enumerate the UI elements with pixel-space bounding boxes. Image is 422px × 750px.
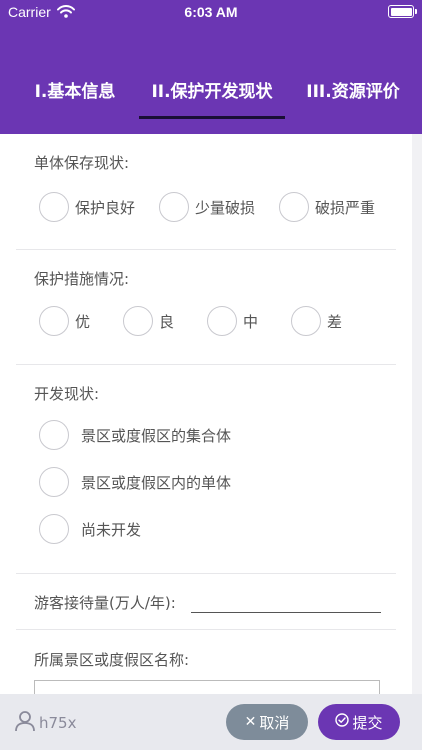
option-label: 尚未开发 — [81, 520, 142, 539]
area-name-input[interactable] — [34, 680, 380, 694]
option-label: 良 — [159, 312, 175, 331]
user-icon — [14, 710, 36, 736]
radio-circle[interactable] — [279, 192, 309, 222]
protection-title: 保护措施情况: — [34, 270, 130, 288]
protection-option-excellent[interactable]: 优 — [39, 306, 90, 336]
submit-button[interactable]: 提交 — [318, 704, 400, 740]
clock: 6:03 AM — [184, 4, 238, 20]
radio-circle[interactable] — [39, 514, 69, 544]
radio-circle[interactable] — [39, 420, 69, 450]
protection-option-good[interactable]: 良 — [123, 306, 174, 336]
tab-bar: I.基本信息 II.保护开发现状 III.资源评价 — [0, 70, 422, 120]
username: h75x — [39, 714, 77, 732]
tab-basic-info[interactable]: I.基本信息 — [14, 70, 136, 120]
development-option-single[interactable]: 景区或度假区内的单体 — [39, 467, 231, 497]
preservation-title: 单体保存现状: — [34, 154, 130, 172]
option-label: 差 — [327, 312, 343, 331]
tab-protection-development[interactable]: II.保护开发现状 — [138, 70, 286, 120]
preservation-option-minor-damage[interactable]: 少量破损 — [159, 192, 255, 222]
bottom-bar: h75x ✕ 取消 提交 — [0, 694, 422, 750]
cancel-label: 取消 — [259, 713, 290, 732]
header: Carrier 6:03 AM I.基本信息 II.保护开发现状 III.资源评… — [0, 0, 422, 134]
option-label: 景区或度假区的集合体 — [81, 426, 232, 445]
radio-circle[interactable] — [291, 306, 321, 336]
preservation-option-severe-damage[interactable]: 破损严重 — [279, 192, 375, 222]
divider — [16, 629, 396, 630]
protection-option-poor[interactable]: 差 — [291, 306, 342, 336]
option-label: 少量破损 — [195, 198, 256, 217]
radio-circle[interactable] — [159, 192, 189, 222]
submit-label: 提交 — [352, 713, 383, 732]
battery-icon — [388, 5, 417, 18]
close-icon: ✕ — [244, 714, 257, 730]
check-circle-icon — [335, 713, 350, 731]
option-label: 破损严重 — [315, 198, 376, 217]
option-label: 中 — [243, 312, 259, 331]
radio-circle[interactable] — [39, 306, 69, 336]
visitors-input[interactable] — [191, 612, 381, 613]
tab-resource-evaluation[interactable]: III.资源评价 — [300, 70, 406, 120]
radio-circle[interactable] — [207, 306, 237, 336]
preservation-option-good[interactable]: 保护良好 — [39, 192, 135, 222]
radio-circle[interactable] — [39, 192, 69, 222]
protection-option-medium[interactable]: 中 — [207, 306, 258, 336]
visitors-label: 游客接待量(万人/年): — [34, 594, 176, 612]
status-bar: Carrier 6:03 AM — [0, 0, 422, 24]
divider — [16, 249, 396, 250]
user-info[interactable]: h75x — [14, 710, 76, 736]
development-option-undeveloped[interactable]: 尚未开发 — [39, 514, 141, 544]
active-tab-indicator — [139, 116, 285, 119]
form-content: 单体保存现状: 保护良好 少量破损 破损严重 保护措施情况: 优 良 中 差 开… — [0, 134, 422, 694]
radio-circle[interactable] — [123, 306, 153, 336]
radio-circle[interactable] — [39, 467, 69, 497]
divider — [16, 573, 396, 574]
option-label: 保护良好 — [75, 198, 136, 217]
option-label: 优 — [75, 312, 91, 331]
area-name-label: 所属景区或度假区名称: — [34, 651, 190, 669]
development-option-cluster[interactable]: 景区或度假区的集合体 — [39, 420, 231, 450]
option-label: 景区或度假区内的单体 — [81, 473, 232, 492]
development-title: 开发现状: — [34, 385, 100, 403]
cancel-button[interactable]: ✕ 取消 — [226, 704, 308, 740]
divider — [16, 364, 396, 365]
